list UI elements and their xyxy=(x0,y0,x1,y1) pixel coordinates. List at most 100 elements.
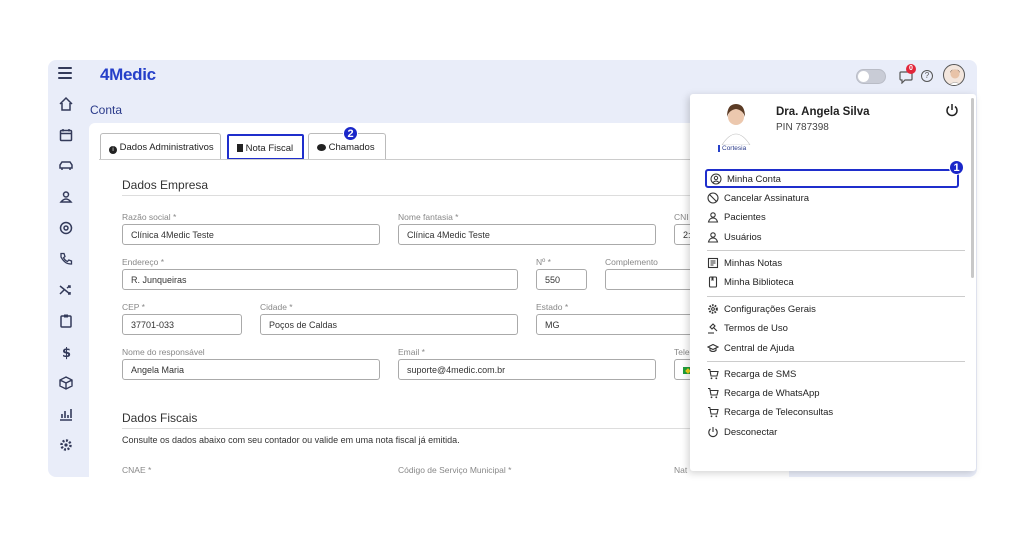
book-icon xyxy=(708,276,718,288)
info-circle-icon: i xyxy=(109,146,117,154)
sidebar: $ xyxy=(48,90,84,477)
nome-fantasia-field[interactable]: Clínica 4Medic Teste xyxy=(398,224,656,245)
notes-icon xyxy=(707,257,719,269)
nome-fantasia-label: Nome fantasia * xyxy=(398,212,459,222)
numero-label: Nº * xyxy=(536,257,551,267)
numero-field[interactable]: 550 xyxy=(536,269,587,290)
menu-termos-de-uso[interactable]: Termos de Uso xyxy=(707,319,957,338)
chart-icon[interactable] xyxy=(58,406,74,422)
responsavel-label: Nome do responsável xyxy=(122,347,205,357)
cidade-label: Cidade * xyxy=(260,302,293,312)
cidade-field[interactable]: Poços de Caldas xyxy=(260,314,518,335)
menu-cancelar-assinatura[interactable]: Cancelar Assinatura xyxy=(707,189,957,208)
menu-label: Usuários xyxy=(724,232,762,243)
menu-usuarios[interactable]: Usuários xyxy=(707,228,957,247)
menu-configuracoes-gerais[interactable]: Configurações Gerais xyxy=(707,300,957,319)
menu-divider xyxy=(707,250,965,251)
notification-badge: 0 xyxy=(906,64,916,74)
help-icon[interactable]: ? xyxy=(921,70,933,82)
cep-label: CEP * xyxy=(122,302,145,312)
menu-recarga-whatsapp[interactable]: Recarga de WhatsApp xyxy=(707,384,957,403)
tab-label: Nota Fiscal xyxy=(245,143,294,154)
cnpj-label: CNI xyxy=(674,212,689,222)
codigo-servico-label: Código de Serviço Municipal * xyxy=(398,465,512,475)
menu-recarga-teleconsultas[interactable]: Recarga de Teleconsultas xyxy=(707,403,957,422)
user-pin: PIN 787398 xyxy=(776,122,829,133)
razao-social-label: Razão social * xyxy=(122,212,177,222)
cart-icon xyxy=(708,368,719,380)
tab-dados-administrativos[interactable]: i Dados Administrativos xyxy=(100,133,221,160)
user-icon[interactable] xyxy=(58,189,74,205)
menu-label: Recarga de Teleconsultas xyxy=(724,407,834,418)
users-icon xyxy=(707,232,719,243)
tab-label: Dados Administrativos xyxy=(119,142,214,153)
section-divider xyxy=(122,195,789,196)
shuffle-icon[interactable] xyxy=(58,282,74,298)
scrollbar[interactable] xyxy=(971,98,974,278)
menu-label: Termos de Uso xyxy=(724,323,788,334)
menu-label: Minhas Notas xyxy=(724,258,783,269)
tab-divider xyxy=(99,159,789,160)
account-card: i Dados Administrativos Nota Fiscal Cham… xyxy=(89,123,789,477)
user-menu-panel: Cortesia Dra. Angela Silva PIN 787398 Mi… xyxy=(690,94,976,471)
section-title-empresa: Dados Empresa xyxy=(122,178,209,192)
razao-social-field[interactable]: Clínica 4Medic Teste xyxy=(122,224,380,245)
tab-label: Chamados xyxy=(328,142,375,153)
clipboard-icon[interactable] xyxy=(58,313,74,329)
svg-text:$: $ xyxy=(62,346,71,360)
responsavel-field[interactable]: Angela Maria xyxy=(122,359,380,380)
power-icon xyxy=(708,427,718,438)
graduation-cap-icon xyxy=(707,343,719,353)
menu-label: Desconectar xyxy=(724,427,778,438)
menu-divider xyxy=(707,296,965,297)
complemento-label: Complemento xyxy=(605,257,658,267)
hamburger-menu-icon[interactable] xyxy=(58,67,72,79)
gear-icon[interactable] xyxy=(58,437,74,453)
menu-label: Minha Biblioteca xyxy=(724,277,794,288)
tab-nota-fiscal[interactable]: Nota Fiscal xyxy=(227,134,304,160)
natureza-label: Nat xyxy=(674,465,688,475)
user-photo xyxy=(721,104,751,145)
menu-label: Configurações Gerais xyxy=(724,304,816,315)
plan-badge: Cortesia xyxy=(718,145,746,152)
at-sign-icon[interactable] xyxy=(58,220,74,236)
menu-pacientes[interactable]: Pacientes xyxy=(707,208,957,227)
power-icon[interactable] xyxy=(945,103,959,117)
user-avatar-button[interactable] xyxy=(943,64,965,86)
package-icon[interactable] xyxy=(58,375,74,391)
phone-icon[interactable] xyxy=(58,251,74,267)
menu-label: Cancelar Assinatura xyxy=(724,193,810,204)
calendar-icon[interactable] xyxy=(58,127,74,143)
cep-field[interactable]: 37701-033 xyxy=(122,314,242,335)
menu-divider xyxy=(707,361,965,362)
menu-label: Minha Conta xyxy=(727,174,781,185)
menu-minha-conta[interactable]: Minha Conta xyxy=(705,169,959,188)
menu-label: Central de Ajuda xyxy=(724,343,795,354)
chat-bubbles-icon xyxy=(317,144,326,151)
email-label: Email * xyxy=(398,347,425,357)
menu-central-de-ajuda[interactable]: Central de Ajuda xyxy=(707,339,957,358)
user-name: Dra. Angela Silva xyxy=(776,106,870,118)
gavel-icon xyxy=(708,323,718,334)
email-field[interactable]: suporte@4medic.com.br xyxy=(398,359,656,380)
menu-recarga-sms[interactable]: Recarga de SMS xyxy=(707,365,957,384)
cart-icon xyxy=(708,406,719,418)
menu-minha-biblioteca[interactable]: Minha Biblioteca xyxy=(707,273,957,292)
step-marker-1: 1 xyxy=(949,160,964,175)
car-icon[interactable] xyxy=(58,158,74,174)
home-icon[interactable] xyxy=(58,96,74,112)
document-icon xyxy=(237,144,243,152)
page-title: Conta xyxy=(90,103,123,117)
menu-minhas-notas[interactable]: Minhas Notas xyxy=(707,254,957,273)
step-marker-2: 2 xyxy=(343,126,358,141)
theme-toggle[interactable] xyxy=(856,69,886,84)
dollar-icon[interactable]: $ xyxy=(58,344,74,360)
user-icon xyxy=(707,212,719,223)
fiscais-subtitle: Consulte os dados abaixo com seu contado… xyxy=(122,435,460,445)
top-bar: 4Medic 0 ? xyxy=(48,60,977,90)
ban-icon xyxy=(707,192,719,204)
menu-desconectar[interactable]: Desconectar xyxy=(707,423,957,442)
endereco-label: Endereço * xyxy=(122,257,165,267)
endereco-field[interactable]: R. Junqueiras xyxy=(122,269,518,290)
app-logo[interactable]: 4Medic xyxy=(100,65,156,85)
